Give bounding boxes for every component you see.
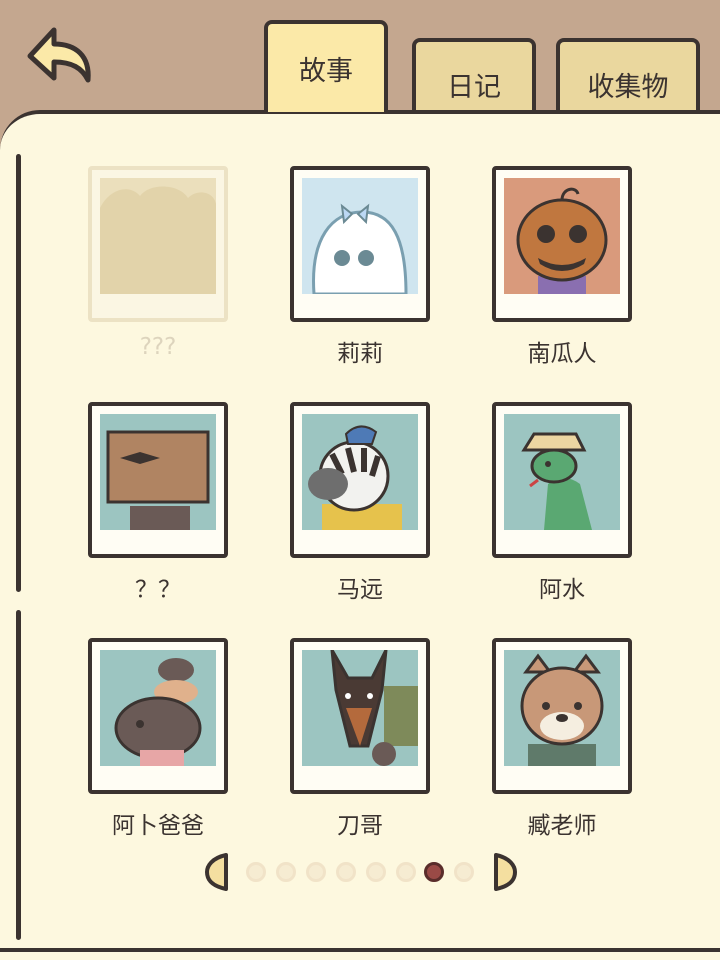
page-dot[interactable] bbox=[366, 862, 386, 882]
character-name: 莉莉 bbox=[337, 341, 383, 367]
tab-story-label: 故事 bbox=[299, 55, 353, 87]
character-photo[interactable] bbox=[492, 166, 632, 322]
page-dot[interactable] bbox=[246, 862, 266, 882]
character-photo[interactable] bbox=[88, 166, 228, 322]
page-dot[interactable] bbox=[396, 862, 416, 882]
character-grid: ??? 莉莉 南瓜人 ？？ 马远 阿水 阿卜爸爸 刀哥 臧老师 bbox=[0, 114, 720, 944]
character-photo[interactable] bbox=[492, 402, 632, 558]
ghost-lily-icon bbox=[302, 178, 418, 294]
locked-silhouette-icon bbox=[100, 178, 216, 294]
mole-icon bbox=[100, 650, 216, 766]
doberman-icon bbox=[302, 650, 418, 766]
character-name: 马远 bbox=[337, 577, 383, 603]
story-book-page: ??? 莉莉 南瓜人 ？？ 马远 阿水 阿卜爸爸 刀哥 臧老师 bbox=[0, 110, 720, 960]
character-name: 臧老师 bbox=[527, 813, 597, 839]
tab-diary[interactable]: 日记 bbox=[412, 38, 536, 112]
zebra-icon bbox=[302, 414, 418, 530]
page-dot-active[interactable] bbox=[424, 862, 444, 882]
pumpkin-head-icon bbox=[504, 178, 620, 294]
page-dot[interactable] bbox=[336, 862, 356, 882]
back-button[interactable] bbox=[20, 22, 98, 92]
character-photo[interactable] bbox=[88, 638, 228, 794]
page-indicator bbox=[0, 852, 720, 892]
character-name: 南瓜人 bbox=[527, 341, 597, 367]
tab-collection[interactable]: 收集物 bbox=[556, 38, 700, 112]
book-bottom-edge bbox=[0, 948, 720, 952]
character-photo[interactable] bbox=[290, 402, 430, 558]
back-arrow-icon bbox=[27, 27, 91, 83]
character-photo[interactable] bbox=[88, 402, 228, 558]
character-name: ？？ bbox=[135, 577, 181, 603]
character-name: 刀哥 bbox=[337, 813, 383, 839]
snake-icon bbox=[504, 414, 620, 530]
tab-collection-label: 收集物 bbox=[587, 71, 669, 103]
tab-diary-label: 日记 bbox=[447, 71, 501, 103]
page-dot[interactable] bbox=[454, 862, 474, 882]
prev-page-icon[interactable] bbox=[204, 852, 230, 892]
page-dot[interactable] bbox=[276, 862, 296, 882]
next-page-icon[interactable] bbox=[492, 852, 518, 892]
page-dot[interactable] bbox=[306, 862, 326, 882]
character-photo[interactable] bbox=[290, 638, 430, 794]
shiba-dog-icon bbox=[504, 650, 620, 766]
box-head-icon bbox=[100, 414, 216, 530]
character-photo[interactable] bbox=[290, 166, 430, 322]
character-name: 阿水 bbox=[539, 577, 585, 603]
character-photo[interactable] bbox=[492, 638, 632, 794]
character-name: ??? bbox=[139, 334, 177, 360]
character-name: 阿卜爸爸 bbox=[112, 813, 204, 839]
tab-story[interactable]: 故事 bbox=[264, 20, 388, 112]
